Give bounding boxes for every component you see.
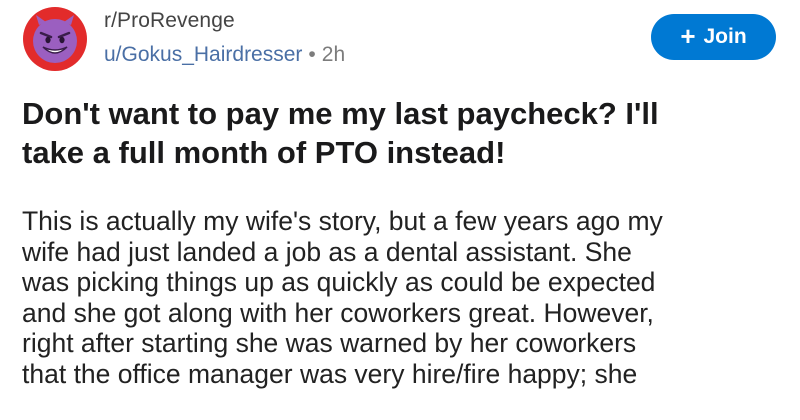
reddit-post: r/ProRevenge u/Gokus_Hairdresser • 2h + Jo… bbox=[0, 0, 800, 420]
plus-icon: + bbox=[680, 21, 696, 51]
post-body-line: wife had just landed a job as a dental a… bbox=[22, 236, 632, 267]
post-body-line: and she got along with her coworkers gre… bbox=[22, 297, 654, 328]
post-body-line: right after starting she was warned by h… bbox=[22, 328, 637, 358]
post-timestamp: 2h bbox=[321, 43, 346, 66]
post-body-line: This is actually my wife's story, but a … bbox=[22, 206, 663, 236]
post-byline: u/Gokus_Hairdresser • 2h bbox=[104, 42, 345, 68]
post-body-line: was picking things up as quickly as coul… bbox=[22, 267, 656, 297]
post-title[interactable]: Don't want to pay me my last paycheck? I… bbox=[22, 94, 782, 172]
post-meta: r/ProRevenge u/Gokus_Hairdresser • 2h bbox=[104, 8, 345, 68]
join-button[interactable]: + Join bbox=[651, 14, 776, 60]
subreddit-avatar[interactable] bbox=[23, 7, 87, 71]
post-title-line: take a full month of PTO instead! bbox=[22, 135, 506, 170]
post-header: r/ProRevenge u/Gokus_Hairdresser • 2h + Jo… bbox=[20, 4, 780, 76]
devil-face-icon bbox=[33, 15, 77, 63]
author-link[interactable]: u/Gokus_Hairdresser bbox=[104, 43, 302, 66]
post-body-line: that the office manager was very hire/fi… bbox=[22, 358, 638, 389]
post-title-line: Don't want to pay me my last paycheck? I… bbox=[22, 96, 659, 131]
post-body: This is actually my wife's story, but a … bbox=[22, 206, 782, 389]
byline-separator: • bbox=[308, 43, 316, 66]
join-button-label: Join bbox=[703, 25, 747, 48]
subreddit-name[interactable]: r/ProRevenge bbox=[104, 8, 345, 34]
